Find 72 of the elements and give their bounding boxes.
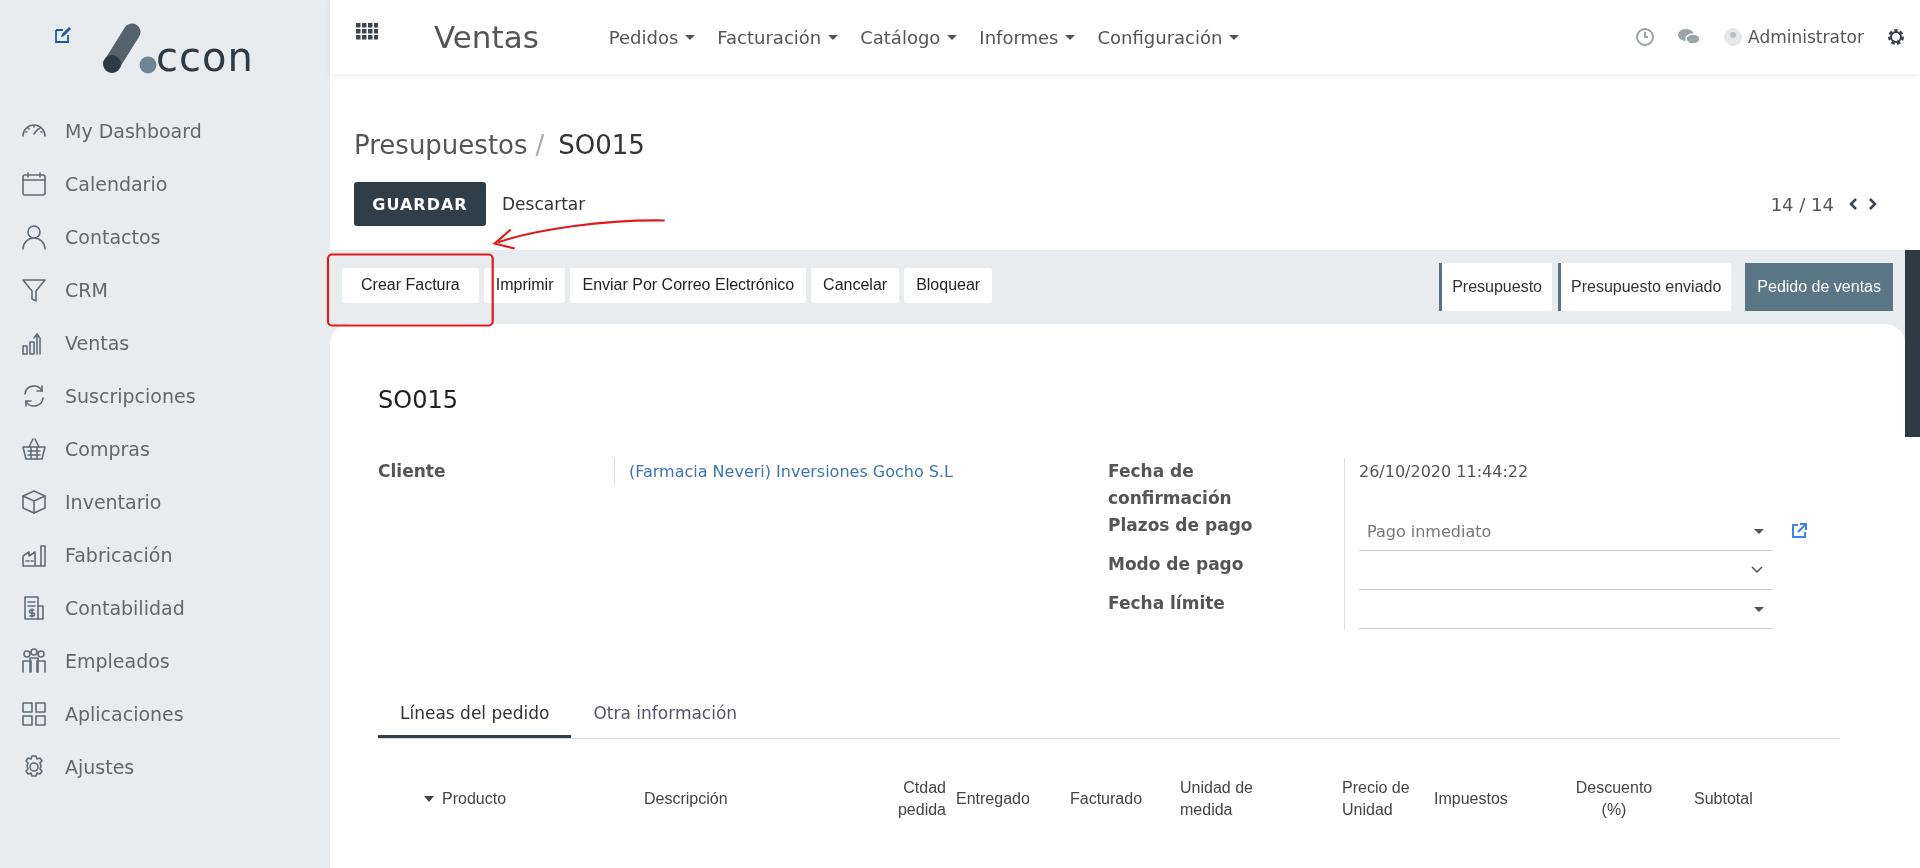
menu-item[interactable]: Pedidos — [608, 26, 696, 48]
action-button[interactable]: Crear Factura — [342, 267, 479, 303]
menu-item[interactable]: Facturación — [717, 26, 839, 48]
column-header[interactable]: Subtotal — [1664, 788, 1774, 810]
sidebar-item[interactable]: Empleados — [0, 634, 330, 687]
scrollbar-thumb[interactable] — [1905, 250, 1920, 437]
breadcrumb-separator: / — [535, 130, 545, 160]
field-label: Cliente — [378, 460, 447, 483]
menu-item[interactable]: Catálogo — [860, 26, 958, 48]
discard-button[interactable]: Descartar — [494, 188, 594, 220]
notebook-tab[interactable]: Otra información — [571, 691, 760, 738]
user-menu[interactable]: Administrator — [1723, 27, 1864, 47]
settings-icon — [1886, 27, 1906, 47]
sidebar-item[interactable]: Aplicaciones — [0, 687, 330, 740]
logo-text: ccon — [156, 40, 254, 74]
app-grid-icon — [356, 23, 378, 41]
calendar-icon — [20, 169, 48, 198]
customer-link[interactable]: (Farmacia Neveri) Inversiones Gocho S.L — [629, 458, 953, 485]
column-header[interactable]: Entregado — [946, 788, 1052, 810]
save-button[interactable]: GUARDAR — [354, 182, 486, 226]
sidebar-item[interactable]: Suscripciones — [0, 369, 330, 422]
chevron-left-icon — [1848, 197, 1858, 211]
menu-item[interactable]: Configuración — [1097, 26, 1240, 48]
status-stage[interactable]: Pedido de ventas — [1745, 263, 1893, 311]
column-header[interactable]: Facturado — [1052, 788, 1180, 810]
breadcrumb-current: SO015 — [558, 130, 645, 160]
column-header[interactable]: Producto — [378, 788, 578, 810]
action-button[interactable]: Imprimir — [483, 267, 566, 303]
person-icon — [20, 222, 48, 251]
field-label: Modo de pago — [1108, 553, 1245, 576]
chat-icon — [1677, 27, 1702, 47]
app-grid-icon — [20, 699, 48, 728]
column-header[interactable]: Precio de Unidad — [1342, 777, 1428, 821]
sidebar-item[interactable]: Ajustes — [0, 740, 330, 793]
sidebar-item[interactable]: CRM — [0, 263, 330, 316]
sidebar-item[interactable]: Ventas — [0, 316, 330, 369]
people-icon — [20, 646, 48, 675]
column-header[interactable]: Impuestos — [1428, 788, 1564, 810]
notebook-tab[interactable]: Líneas del pedido — [378, 691, 572, 738]
avatar-icon — [1723, 27, 1744, 47]
sidebar-item[interactable]: Contactos — [0, 210, 330, 263]
select-field[interactable]: Pago inmediato — [1359, 512, 1772, 551]
field-label: Fecha de confirmación — [1108, 460, 1233, 510]
record-title: SO015 — [378, 386, 459, 416]
field-label: Plazos de pago — [1108, 514, 1254, 537]
app-title: Ventas — [434, 19, 539, 55]
column-header[interactable]: Descripción — [578, 788, 864, 810]
clock-icon — [1635, 27, 1656, 47]
column-header[interactable]: Unidad de medida — [1180, 777, 1342, 821]
sidebar-item[interactable]: My Dashboard — [0, 104, 330, 157]
external-link-icon — [1790, 522, 1808, 540]
action-button[interactable]: Enviar Por Correo Electrónico — [570, 267, 807, 303]
chevron-right-icon — [1868, 197, 1878, 211]
sidebar-item[interactable]: Compras — [0, 422, 330, 475]
field-label: Fecha límite — [1108, 592, 1226, 615]
sidebar-item[interactable]: Fabricación — [0, 528, 330, 581]
sidebar-item[interactable]: Inventario — [0, 475, 330, 528]
sidebar-item[interactable]: Contabilidad — [0, 581, 330, 634]
menu-item[interactable]: Informes — [979, 26, 1076, 48]
breadcrumb-link[interactable]: Presupuestos — [354, 130, 528, 160]
sidebar-item[interactable]: Calendario — [0, 157, 330, 210]
action-button[interactable]: Cancelar — [811, 267, 900, 303]
column-header[interactable]: Descuento (%) — [1564, 777, 1664, 821]
action-button[interactable]: Bloquear — [904, 267, 993, 303]
status-stage[interactable]: Presupuesto enviado — [1558, 263, 1732, 311]
edit-icon — [54, 26, 72, 44]
box-icon — [20, 487, 48, 516]
column-header[interactable]: Ctdad pedida — [864, 777, 946, 821]
field-value: 26/10/2020 11:44:22 — [1359, 461, 1529, 483]
pager-counter: 14 / 14 — [1770, 193, 1834, 215]
chevron-down-icon — [1750, 565, 1764, 575]
status-stage[interactable]: Presupuesto — [1439, 263, 1552, 311]
